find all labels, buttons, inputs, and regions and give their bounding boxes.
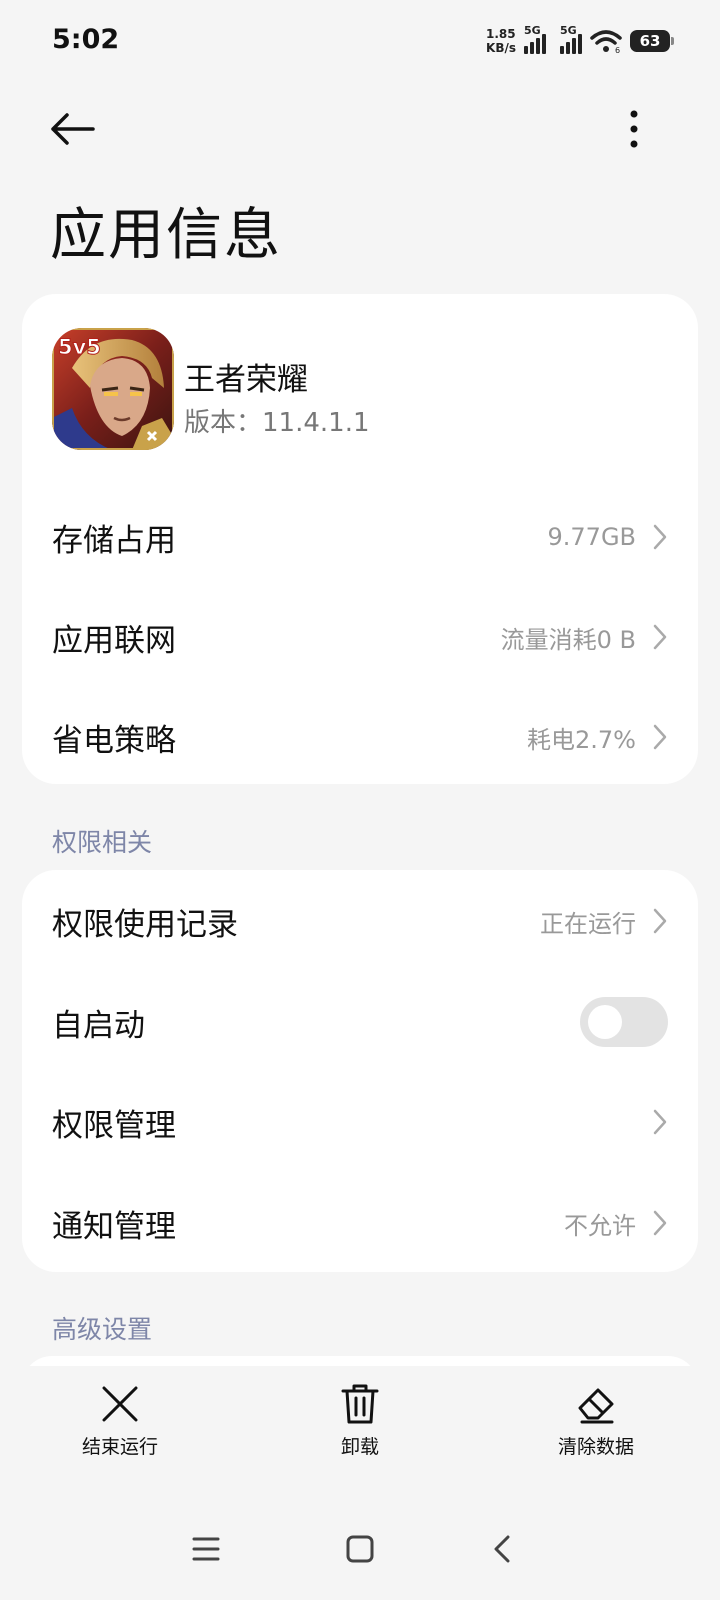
system-nav-bar [0, 1500, 720, 1600]
row-value: 9.77GB [547, 523, 637, 551]
app-name: 王者荣耀 [184, 362, 308, 398]
row-label: 自启动 [52, 1007, 145, 1044]
app-icon: 5v5 [52, 328, 174, 450]
network-speed: 1.85 KB/s [486, 27, 516, 55]
chevron-right-icon [653, 1109, 667, 1135]
storage-row[interactable]: 存储占用 9.77GB [22, 486, 698, 588]
battery-icon: 63 [630, 30, 674, 52]
chevron-right-icon [653, 1210, 667, 1236]
row-label: 权限管理 [52, 1107, 176, 1144]
svg-text:5v5: 5v5 [58, 335, 101, 359]
row-value: 正在运行 [540, 909, 636, 938]
app-version: 版本：11.4.1.1 [184, 408, 370, 438]
back-chevron-icon [494, 1535, 510, 1563]
action-label: 卸载 [340, 1436, 379, 1458]
arrow-left-icon [51, 113, 95, 145]
trash-icon [341, 1384, 379, 1424]
action-label: 结束运行 [81, 1436, 158, 1458]
back-button[interactable] [44, 106, 100, 152]
more-options-button[interactable] [612, 106, 656, 152]
status-time: 5:02 [52, 24, 120, 55]
svg-text:6: 6 [615, 46, 620, 53]
nav-back-button[interactable] [472, 1524, 532, 1574]
section-header-advanced: 高级设置 [52, 1315, 153, 1344]
menu-icon [192, 1537, 220, 1561]
signal-sim2-icon: 5G [560, 24, 582, 54]
battery-level: 63 [639, 32, 661, 50]
toggle-knob [588, 1005, 622, 1039]
bottom-action-bar: 结束运行 卸载 清除数据 [0, 1366, 720, 1476]
page-title: 应用信息 [50, 203, 282, 268]
row-label: 通知管理 [52, 1208, 176, 1245]
recent-apps-button[interactable] [176, 1524, 236, 1574]
net-speed-value: 1.85 [486, 27, 516, 41]
status-icons: 1.85 KB/s 5G 5G 6 63 [486, 24, 674, 58]
uninstall-button[interactable]: 卸载 [290, 1382, 430, 1459]
chevron-right-icon [653, 908, 667, 934]
action-label: 清除数据 [557, 1436, 634, 1458]
permission-management-row[interactable]: 权限管理 [22, 1071, 698, 1173]
permission-usage-row[interactable]: 权限使用记录 正在运行 [22, 870, 698, 972]
row-label: 存储占用 [52, 522, 176, 559]
chevron-right-icon [653, 724, 667, 750]
battery-saver-row[interactable]: 省电策略 耗电2.7% [22, 686, 698, 788]
autostart-toggle[interactable] [580, 997, 668, 1047]
row-value: 不允许 [564, 1211, 636, 1240]
more-vertical-icon [630, 110, 638, 148]
row-value: 流量消耗0 B [500, 625, 636, 654]
row-label: 省电策略 [52, 722, 176, 759]
wifi-icon: 6 [590, 30, 622, 53]
home-button[interactable] [330, 1524, 390, 1574]
row-value: 耗电2.7% [527, 725, 636, 754]
status-bar: 5:02 1.85 KB/s 5G 5G 6 63 [0, 0, 720, 84]
eraser-icon [578, 1388, 614, 1424]
clear-data-button[interactable]: 清除数据 [526, 1382, 666, 1459]
chevron-right-icon [653, 524, 667, 550]
section-header-permissions: 权限相关 [52, 828, 153, 857]
autostart-row: 自启动 [22, 971, 698, 1073]
home-icon [346, 1535, 374, 1563]
close-icon [102, 1386, 138, 1422]
net-speed-unit: KB/s [486, 41, 516, 55]
row-label: 权限使用记录 [52, 906, 238, 943]
network-usage-row[interactable]: 应用联网 流量消耗0 B [22, 586, 698, 688]
force-stop-button[interactable]: 结束运行 [50, 1382, 190, 1459]
notification-management-row[interactable]: 通知管理 不允许 [22, 1172, 698, 1274]
chevron-right-icon [653, 624, 667, 650]
row-label: 应用联网 [52, 622, 176, 659]
signal-sim1-icon: 5G [524, 24, 546, 54]
